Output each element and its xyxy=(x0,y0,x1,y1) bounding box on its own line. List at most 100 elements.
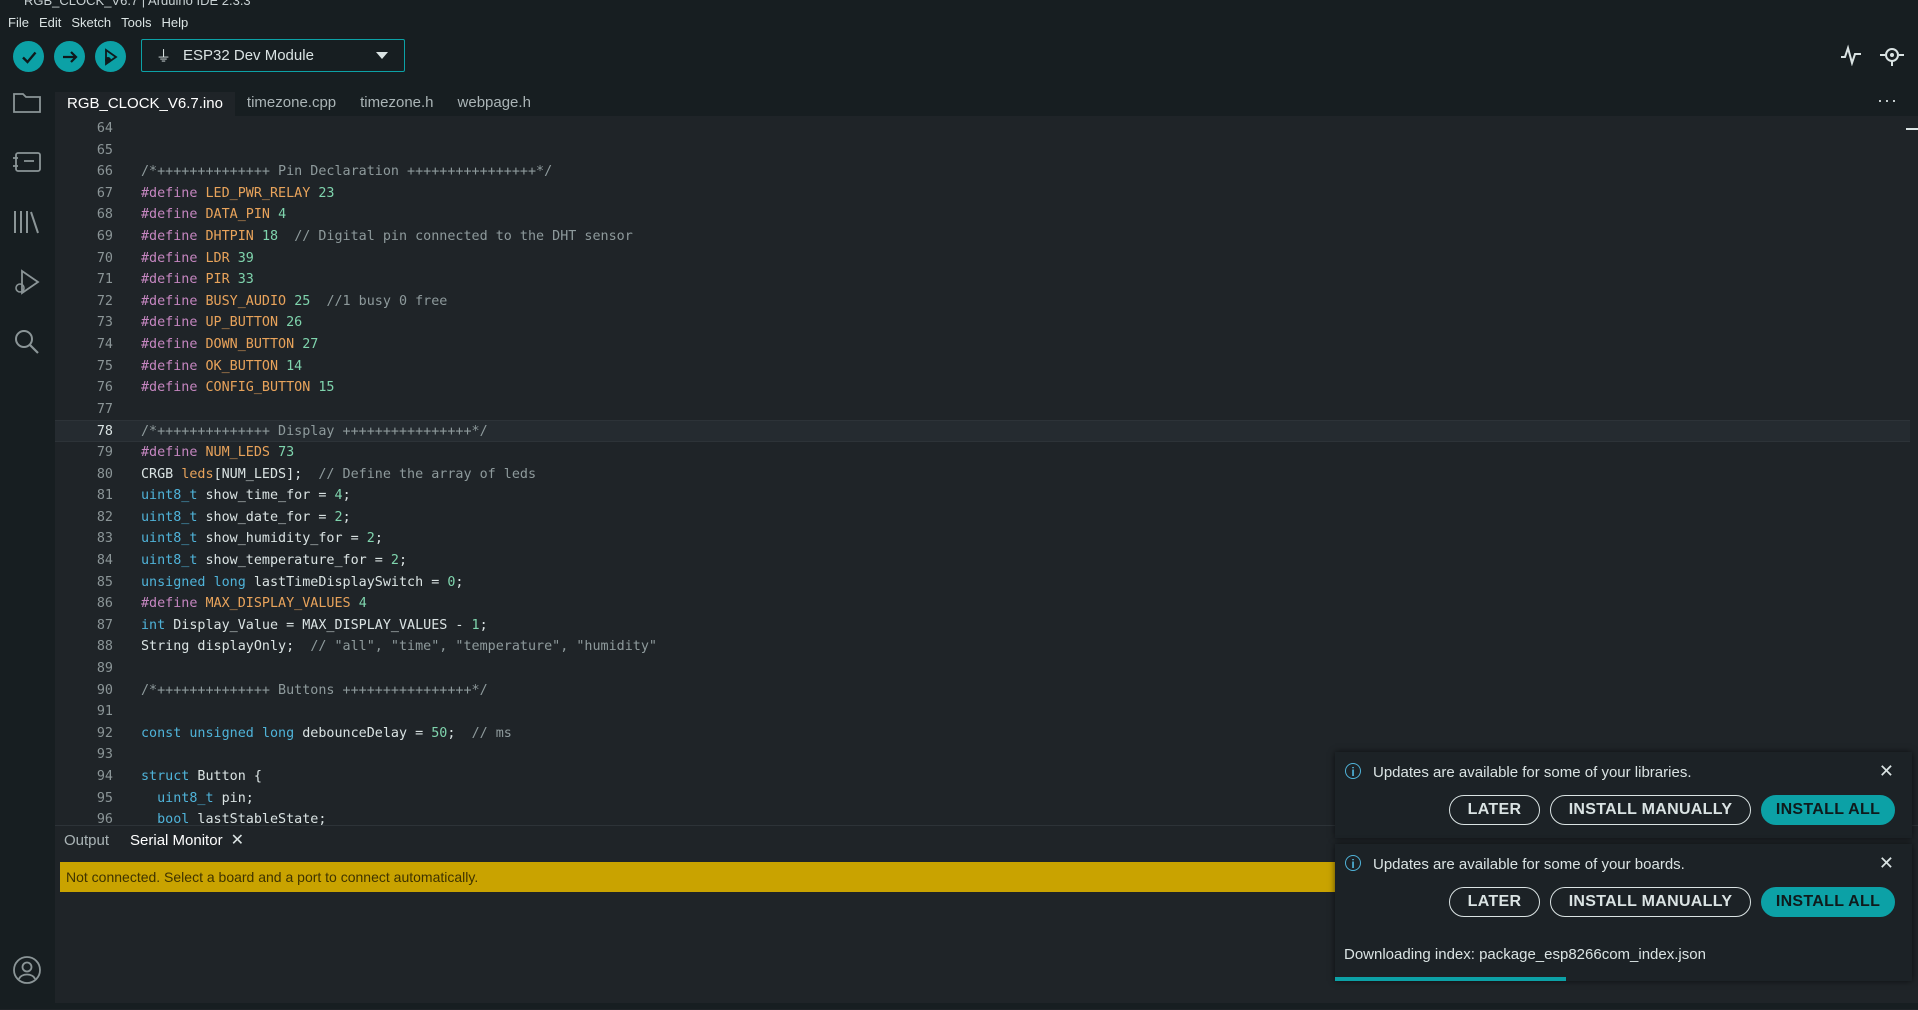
code-line[interactable]: 71 #define PIR 33 xyxy=(55,269,1910,291)
code-line[interactable]: 74 #define DOWN_BUTTON 27 xyxy=(55,334,1910,356)
code-token: LDR xyxy=(205,250,230,266)
tab-timezone-cpp[interactable]: timezone.cpp xyxy=(235,92,348,116)
code-line[interactable]: 64 xyxy=(55,118,1910,140)
title-bar: RGB_CLOCK_V6.7 | Arduino IDE 2.3.3 xyxy=(0,0,1918,10)
install-manually-button[interactable]: INSTALL MANUALLY xyxy=(1550,795,1751,825)
code-line[interactable]: 84 uint8_t show_temperature_for = 2; xyxy=(55,550,1910,572)
code-token: DOWN_BUTTON xyxy=(205,337,295,352)
code-line[interactable]: 78 /*++++++++++++++ Display +++++++++++++… xyxy=(55,420,1910,442)
code-line[interactable]: 72 #define BUSY_AUDIO 25 //1 busy 0 free xyxy=(55,291,1910,313)
code-line[interactable]: 85 unsigned long lastTimeDisplaySwitch = … xyxy=(55,572,1910,594)
menu-bar: File Edit Sketch Tools Help xyxy=(0,10,1918,34)
line-number: 71 xyxy=(96,272,113,288)
line-code: #define UP_BUTTON 26 xyxy=(141,312,302,334)
code-line[interactable]: 80 CRGB leds[NUM_LEDS]; // Define the arr… xyxy=(55,464,1910,486)
code-line[interactable]: 76 #define CONFIG_BUTTON 15 xyxy=(55,377,1910,399)
tab-output[interactable]: Output xyxy=(64,832,109,849)
verify-button[interactable] xyxy=(13,41,44,72)
tab-webpage-h[interactable]: webpage.h xyxy=(446,92,543,116)
code-line[interactable]: 65 xyxy=(55,140,1910,162)
code-line[interactable]: 79 #define NUM_LEDS 73 xyxy=(55,442,1910,464)
code-line[interactable]: 91 xyxy=(55,701,1910,723)
code-token: #define xyxy=(141,185,198,201)
tab-serial-monitor[interactable]: Serial Monitor xyxy=(130,832,223,849)
code-line[interactable]: 87 int Display_Value = MAX_DISPLAY_VALUES… xyxy=(55,615,1910,637)
code-line[interactable]: 83 uint8_t show_humidity_for = 2; xyxy=(55,528,1910,550)
later-button[interactable]: LATER xyxy=(1449,887,1540,917)
code-line[interactable]: 92 const unsigned long debounceDelay = 50… xyxy=(55,723,1910,745)
line-number: 95 xyxy=(96,790,113,806)
close-icon[interactable]: ✕ xyxy=(1879,761,1894,782)
account-button[interactable] xyxy=(11,954,43,986)
menu-help[interactable]: Help xyxy=(161,15,188,30)
usb-icon: ⏚ xyxy=(156,48,172,65)
code-line[interactable]: 68 #define DATA_PIN 4 xyxy=(55,204,1910,226)
line-number: 84 xyxy=(96,553,113,568)
code-line[interactable]: 81 uint8_t show_time_for = 4; xyxy=(55,485,1910,507)
code-line[interactable]: 86 #define MAX_DISPLAY_VALUES 4 xyxy=(55,593,1910,615)
sketchbook-button[interactable] xyxy=(11,86,43,118)
install-all-button[interactable]: INSTALL ALL xyxy=(1761,887,1895,917)
code-line[interactable]: 70 #define LDR 39 xyxy=(55,248,1910,270)
line-number: 74 xyxy=(96,337,113,352)
code-token: ; xyxy=(447,725,472,741)
board-selector[interactable]: ⏚ ESP32 Dev Module xyxy=(141,39,405,72)
tab-rgb-clock-ino[interactable]: RGB_CLOCK_V6.7.ino xyxy=(55,92,235,116)
line-code: #define DOWN_BUTTON 27 xyxy=(141,334,318,356)
line-number: 83 xyxy=(96,531,113,547)
install-all-button[interactable]: INSTALL ALL xyxy=(1761,795,1895,825)
code-token: Display_Value = MAX_DISPLAY_VALUES - xyxy=(165,617,472,633)
menu-file[interactable]: File xyxy=(8,15,29,30)
code-line[interactable]: 66 /*++++++++++++++ Pin Declaration +++++… xyxy=(55,161,1910,183)
folder-icon xyxy=(13,93,41,113)
code-token: ; xyxy=(479,617,488,633)
code-token: #define xyxy=(141,596,198,612)
code-token: ; xyxy=(398,553,408,568)
search-button[interactable] xyxy=(11,326,43,358)
code-token: PIR xyxy=(205,272,230,288)
menu-edit[interactable]: Edit xyxy=(39,15,61,30)
code-line[interactable]: 69 #define DHTPIN 18 // Digital pin conne… xyxy=(55,226,1910,248)
install-manually-button[interactable]: INSTALL MANUALLY xyxy=(1550,887,1751,917)
serial-plotter-button[interactable] xyxy=(1840,44,1862,69)
code-line[interactable]: 73 #define UP_BUTTON 26 xyxy=(55,312,1910,334)
close-icon[interactable]: ✕ xyxy=(231,830,244,850)
library-manager-button[interactable] xyxy=(11,206,43,238)
code-token: 26 xyxy=(286,315,303,331)
code-line[interactable]: 67 #define LED_PWR_RELAY 23 xyxy=(55,183,1910,205)
upload-button[interactable] xyxy=(54,41,85,72)
code-token: BUSY_AUDIO xyxy=(205,293,287,309)
download-status: Downloading index: package_esp8266com_in… xyxy=(1344,946,1706,963)
code-token: // Define the array of leds xyxy=(318,466,537,482)
debug-button[interactable] xyxy=(95,41,126,72)
code-line[interactable]: 75 #define OK_BUTTON 14 xyxy=(55,356,1910,378)
code-token: ; xyxy=(374,531,383,547)
tab-timezone-h[interactable]: timezone.h xyxy=(348,92,445,116)
code-line[interactable]: 82 uint8_t show_date_for = 2; xyxy=(55,507,1910,529)
code-token: bool xyxy=(157,812,190,825)
later-button[interactable]: LATER xyxy=(1449,795,1540,825)
boards-manager-button[interactable] xyxy=(11,146,43,178)
code-editor[interactable]: 64 65 66 /*++++++++++++++ Pin Declaration +… xyxy=(55,116,1910,825)
line-number: 82 xyxy=(96,509,113,525)
code-line[interactable]: 88 String displayOnly; // "all", "time", … xyxy=(55,636,1910,658)
close-icon[interactable]: ✕ xyxy=(1879,853,1894,874)
serial-monitor-button[interactable] xyxy=(1879,44,1905,69)
code-line[interactable]: 90 /*++++++++++++++ Buttons +++++++++++++… xyxy=(55,680,1910,702)
code-token: 18 xyxy=(261,229,279,244)
menu-tools[interactable]: Tools xyxy=(121,15,151,30)
code-token: LED_PWR_RELAY xyxy=(205,185,311,201)
more-icon[interactable]: ··· xyxy=(1877,90,1898,111)
code-line[interactable]: 77 xyxy=(55,399,1910,421)
code-token: #define xyxy=(141,293,198,309)
line-number: 76 xyxy=(96,380,113,396)
debug-view-button[interactable] xyxy=(11,266,43,298)
code-token: #define xyxy=(141,337,198,352)
scrollbar-marker[interactable] xyxy=(1906,128,1918,130)
code-line[interactable]: 89 xyxy=(55,658,1910,680)
menu-sketch[interactable]: Sketch xyxy=(71,15,111,30)
code-token: ; xyxy=(342,509,351,525)
